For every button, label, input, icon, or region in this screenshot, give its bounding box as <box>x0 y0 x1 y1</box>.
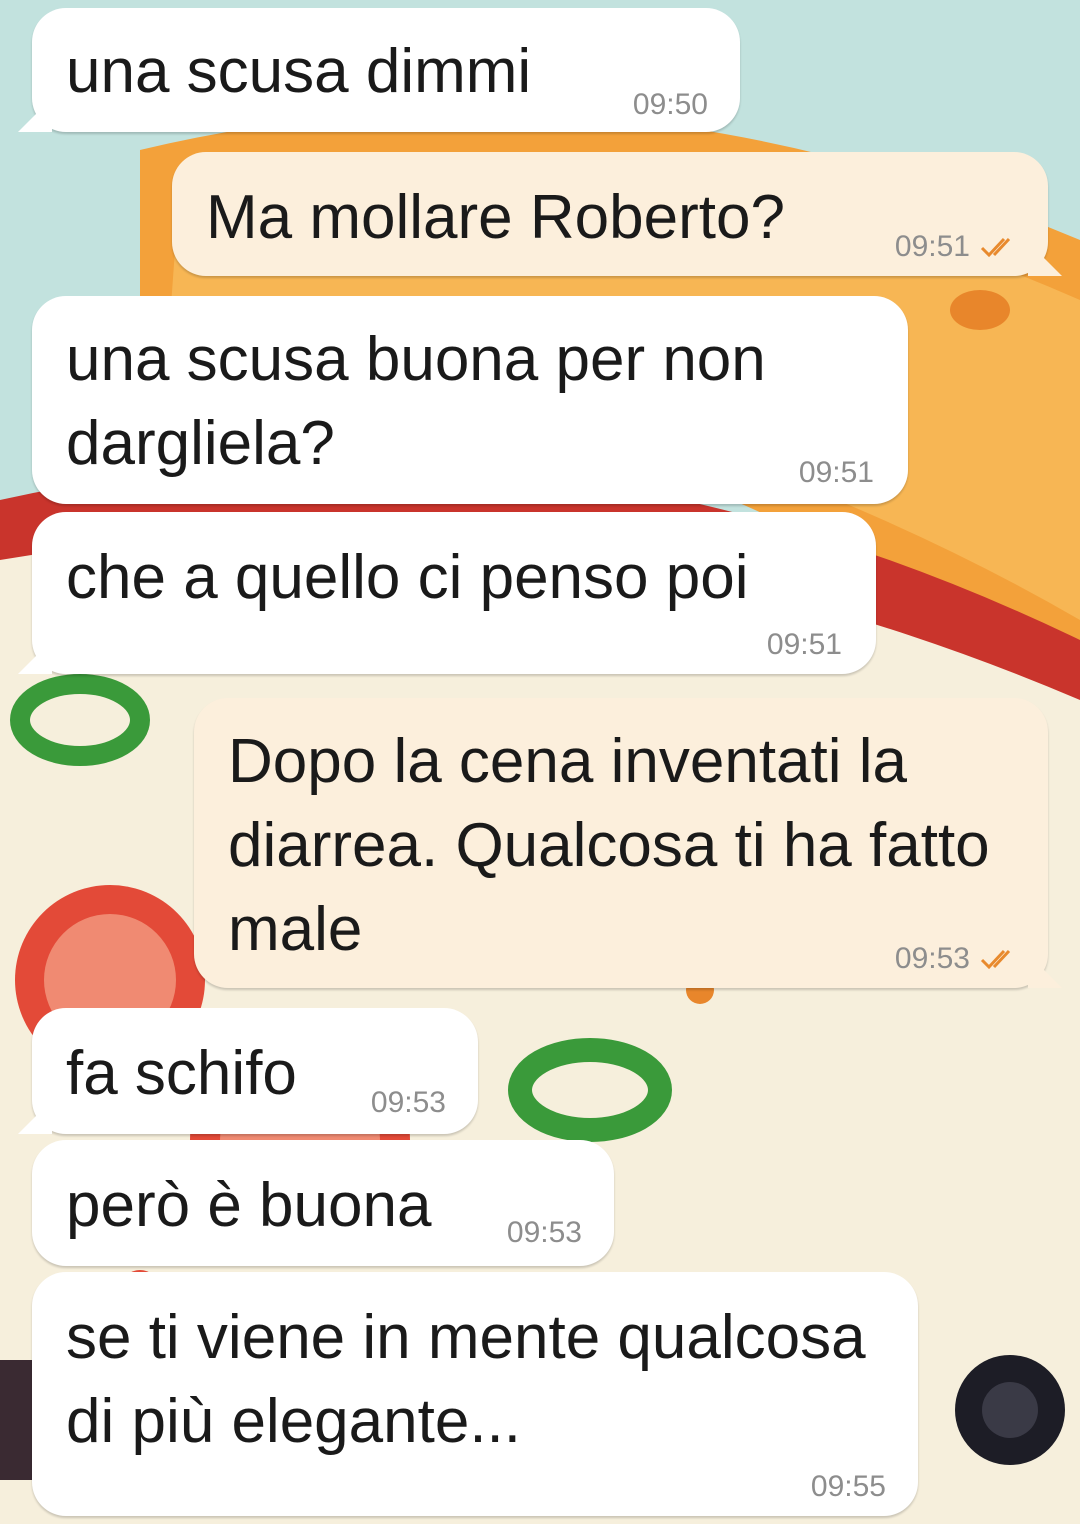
message-bubble-incoming[interactable]: fa schifo 09:53 <box>18 1008 478 1134</box>
message-time: 09:55 <box>810 1470 886 1503</box>
message-time: 09:51 <box>798 456 874 489</box>
message-time: 09:51 <box>894 230 970 263</box>
message-time: 09:51 <box>766 628 842 661</box>
message-time: 09:53 <box>894 942 970 975</box>
message-bubble-incoming[interactable]: che a quello ci penso poi 09:51 <box>18 512 876 674</box>
message-time: 09:53 <box>506 1216 582 1249</box>
message-text: Ma mollare Roberto? <box>206 183 785 252</box>
message-text: che a quello ci penso poi <box>66 543 749 612</box>
message-bubble-incoming[interactable]: però è buona 09:53 <box>32 1140 614 1266</box>
message-bubble-outgoing[interactable]: Dopo la cena inventati la diarrea. Qualc… <box>194 698 1062 988</box>
message-bubble-outgoing[interactable]: Ma mollare Roberto? 09:51 <box>172 152 1062 276</box>
message-text: una scusa dimmi <box>66 37 532 106</box>
message-time: 09:53 <box>370 1086 446 1119</box>
message-text: Dopo la cena inventati la diarrea. Qualc… <box>228 727 1007 964</box>
message-bubble-incoming[interactable]: una scusa buona per non dargliela? 09:51 <box>32 296 908 504</box>
chat-area[interactable]: una scusa dimmi 09:50 Ma mollare Roberto… <box>0 0 1080 1524</box>
double-check-icon <box>980 236 1022 258</box>
message-text: una scusa buona per non dargliela? <box>66 325 784 478</box>
message-bubble-incoming[interactable]: una scusa dimmi 09:50 <box>18 8 740 132</box>
double-check-icon <box>980 948 1022 970</box>
message-time: 09:50 <box>632 88 708 121</box>
message-text: fa schifo <box>66 1039 297 1108</box>
message-text: se ti viene in mente qualcosa di più ele… <box>66 1303 883 1456</box>
message-text: però è buona <box>66 1171 432 1240</box>
message-bubble-incoming[interactable]: se ti viene in mente qualcosa di più ele… <box>32 1272 918 1516</box>
